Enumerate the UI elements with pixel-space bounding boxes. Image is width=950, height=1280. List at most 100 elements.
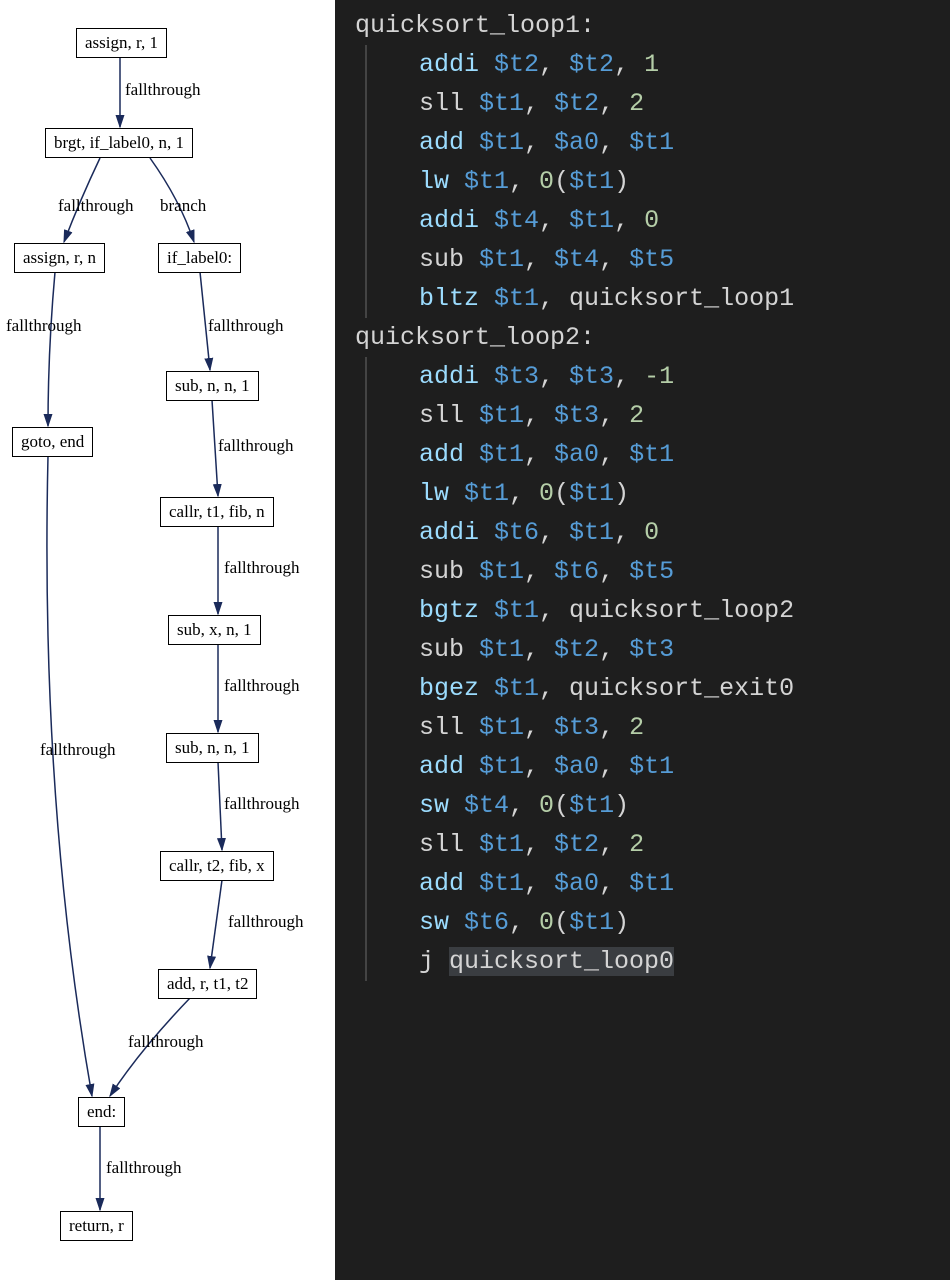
code-token: 2: [629, 401, 644, 430]
node-brgt: brgt, if_label0, n, 1: [45, 128, 193, 158]
code-token: $t1: [479, 128, 524, 157]
edge-label-e7: fallthrough: [224, 558, 300, 578]
edge-label-e6: fallthrough: [218, 436, 294, 456]
code-line: sll $t1, $t2, 2: [365, 84, 950, 123]
code-token: quicksort_loop1: [569, 284, 794, 313]
code-token: $t1: [479, 752, 524, 781]
code-token: 2: [629, 89, 644, 118]
code-token: $t1: [629, 869, 674, 898]
code-token: $t6: [464, 908, 509, 937]
code-token: ): [614, 479, 629, 508]
code-token: $t5: [629, 245, 674, 274]
node-end: end:: [78, 1097, 125, 1127]
code-token: 2: [629, 830, 644, 859]
code-token: $a0: [554, 128, 599, 157]
code-token: add: [419, 752, 479, 781]
code-token: -1: [644, 362, 674, 391]
code-token: $t1: [479, 401, 524, 430]
flowchart-panel: assign, r, 1 brgt, if_label0, n, 1 assig…: [0, 0, 335, 1280]
code-label-line: quicksort_loop2:: [335, 318, 950, 357]
code-token: sub: [419, 635, 479, 664]
node-sub-x-n-1: sub, x, n, 1: [168, 615, 261, 645]
code-token: ,: [599, 752, 629, 781]
code-token: 0: [539, 791, 554, 820]
code-line: sll $t1, $t3, 2: [365, 708, 950, 747]
code-token: ,: [509, 908, 539, 937]
code-line: sll $t1, $t2, 2: [365, 825, 950, 864]
code-token: ,: [599, 713, 629, 742]
code-token: $t1: [569, 908, 614, 937]
code-token: ,: [539, 284, 569, 313]
code-token: ,: [524, 440, 554, 469]
code-token: ): [614, 791, 629, 820]
code-token: 0: [644, 206, 659, 235]
code-token: 0: [539, 167, 554, 196]
code-token: $t1: [569, 206, 614, 235]
code-token: $t6: [494, 518, 539, 547]
code-token: 0: [539, 908, 554, 937]
code-token: $t1: [464, 479, 509, 508]
code-line: addi $t2, $t2, 1: [365, 45, 950, 84]
code-token: quicksort_loop0: [449, 947, 674, 976]
node-sub-n-n-1-a: sub, n, n, 1: [166, 371, 259, 401]
code-token: $a0: [554, 869, 599, 898]
code-token: addi: [419, 362, 494, 391]
code-line: j quicksort_loop0: [365, 942, 950, 981]
code-line: lw $t1, 0($t1): [365, 162, 950, 201]
code-token: 0: [644, 518, 659, 547]
code-line: add $t1, $a0, $t1: [365, 123, 950, 162]
code-token: $t1: [464, 167, 509, 196]
code-token: ,: [614, 362, 644, 391]
code-token: ,: [539, 596, 569, 625]
code-token: ,: [524, 869, 554, 898]
code-token: add: [419, 440, 479, 469]
code-token: 2: [629, 713, 644, 742]
code-panel[interactable]: quicksort_loop1:addi $t2, $t2, 1sll $t1,…: [335, 0, 950, 1280]
code-token: ,: [539, 362, 569, 391]
code-token: ,: [614, 206, 644, 235]
code-token: $t4: [554, 245, 599, 274]
code-token: ,: [539, 206, 569, 235]
code-token: $t1: [494, 674, 539, 703]
node-assign-r-n: assign, r, n: [14, 243, 105, 273]
code-token: 1: [644, 50, 659, 79]
code-line: bgez $t1, quicksort_exit0: [365, 669, 950, 708]
code-token: $t1: [479, 635, 524, 664]
code-token: $t3: [554, 401, 599, 430]
code-token: sub: [419, 245, 479, 274]
code-token: add: [419, 869, 479, 898]
code-token: $t1: [479, 245, 524, 274]
code-token: ,: [599, 440, 629, 469]
edge-label-e4: fallthrough: [6, 316, 82, 336]
code-token: $t1: [494, 284, 539, 313]
code-line: sub $t1, $t4, $t5: [365, 240, 950, 279]
code-token: $t3: [569, 362, 614, 391]
code-token: $t5: [629, 557, 674, 586]
code-token: $t4: [464, 791, 509, 820]
code-token: ,: [599, 128, 629, 157]
code-token: j: [419, 947, 449, 976]
code-token: ,: [599, 245, 629, 274]
code-token: $t1: [569, 479, 614, 508]
code-token: ,: [539, 50, 569, 79]
code-token: ,: [524, 635, 554, 664]
code-token: lw: [419, 479, 464, 508]
code-token: bgtz: [419, 596, 494, 625]
code-token: $t2: [554, 830, 599, 859]
code-token: ,: [509, 479, 539, 508]
code-token: $a0: [554, 752, 599, 781]
edge-label-e9: fallthrough: [224, 794, 300, 814]
node-goto-end: goto, end: [12, 427, 93, 457]
code-token: lw: [419, 167, 464, 196]
code-token: addi: [419, 50, 494, 79]
edge-label-e11: fallthrough: [128, 1032, 204, 1052]
node-if-label0: if_label0:: [158, 243, 241, 273]
code-token: $t4: [494, 206, 539, 235]
code-token: $t1: [479, 869, 524, 898]
code-token: quicksort_loop2:: [355, 323, 595, 352]
code-token: ,: [509, 791, 539, 820]
code-line: sw $t6, 0($t1): [365, 903, 950, 942]
code-line: add $t1, $a0, $t1: [365, 747, 950, 786]
code-token: $t1: [479, 713, 524, 742]
code-token: ,: [524, 245, 554, 274]
